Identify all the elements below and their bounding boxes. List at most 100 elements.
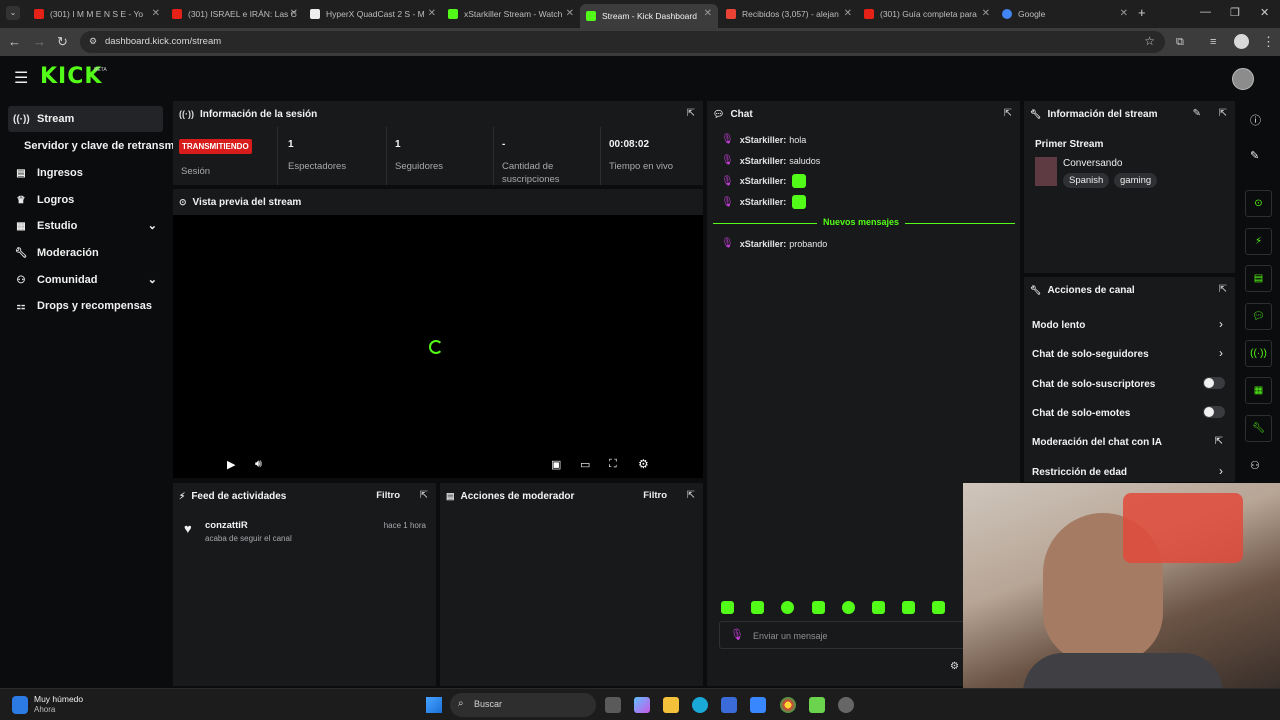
bookmark-star-icon[interactable]: ☆	[1144, 34, 1155, 48]
popout-icon[interactable]: ⇱	[687, 490, 695, 501]
browser-tab-active[interactable]: Stream - Kick Dashboard ✕	[580, 4, 718, 28]
edit-pencil-icon[interactable]: ✎	[1193, 108, 1201, 119]
chat-username[interactable]: xStarkiller:	[740, 197, 787, 207]
action-followers-only[interactable]: Chat de solo-seguidores	[1032, 349, 1149, 360]
emote-icon[interactable]	[872, 601, 885, 614]
browser-menu-icon[interactable]: ⋮	[1262, 34, 1275, 50]
tab-search-icon[interactable]: ⌄	[6, 6, 20, 20]
task-view-icon[interactable]	[605, 697, 621, 713]
chat-username[interactable]: xStarkiller:	[740, 156, 787, 166]
fullscreen-icon[interactable]: ⛶	[609, 458, 617, 471]
feed-filter-button[interactable]: Filtro	[376, 490, 400, 501]
taskbar-search[interactable]: ⌕ Buscar	[450, 693, 596, 717]
browser-tab[interactable]: xStarkiller Stream - Watch ✕	[442, 4, 580, 24]
tag-chip[interactable]: Spanish	[1063, 173, 1110, 188]
volume-icon[interactable]: 🔊︎	[255, 458, 262, 471]
action-slow-mode[interactable]: Modo lento	[1032, 320, 1085, 331]
chat-input[interactable]: 🎙︎ Enviar un mensaje	[719, 621, 969, 649]
sidebar-item-estudio[interactable]: ▦ Estudio ⌄	[8, 213, 163, 239]
minimize-icon[interactable]: —	[1200, 6, 1211, 18]
sidebar-item-drops[interactable]: ⚏ Drops y recompensas	[8, 293, 163, 319]
reload-icon[interactable]: ↻	[57, 34, 68, 50]
browser-tab[interactable]: (301) ISRAEL e IRÁN: Las C ✕	[166, 4, 304, 24]
media-icon[interactable]: ≡	[1210, 36, 1216, 48]
chevron-right-icon[interactable]: ›	[1219, 464, 1223, 478]
rail-broadcast-button[interactable]: ((·))	[1245, 340, 1272, 367]
theater-mode-icon[interactable]: ▭	[580, 458, 590, 471]
settings-gear-icon[interactable]: ⚙	[638, 457, 649, 471]
edge-icon[interactable]	[692, 697, 708, 713]
emote-icon[interactable]	[902, 601, 915, 614]
copilot-icon[interactable]	[634, 697, 650, 713]
restore-icon[interactable]: ❐	[1230, 6, 1240, 19]
user-avatar[interactable]	[1232, 68, 1254, 90]
sidebar-item-logros[interactable]: ♛ Logros	[8, 187, 163, 213]
weather-icon[interactable]	[12, 696, 28, 714]
extensions-icon[interactable]: ⧉	[1176, 36, 1184, 49]
hamburger-menu-icon[interactable]: ☰	[14, 68, 28, 88]
browser-tab[interactable]: (301) I M M E N S E - Yo ✕	[28, 4, 166, 24]
close-icon[interactable]: ✕	[152, 8, 160, 19]
action-ai-moderation[interactable]: Moderación del chat con IA	[1032, 437, 1162, 448]
app-icon[interactable]	[809, 697, 825, 713]
close-icon[interactable]: ✕	[566, 8, 574, 19]
close-icon[interactable]: ✕	[704, 8, 712, 19]
chat-username[interactable]: xStarkiller:	[740, 135, 787, 145]
window-close-icon[interactable]: ✕	[1260, 6, 1269, 19]
windows-start-icon[interactable]	[426, 697, 442, 713]
browser-tab[interactable]: Recibidos (3,057) - alejan ✕	[720, 4, 858, 24]
rail-chat-button[interactable]: 💬︎	[1245, 303, 1272, 330]
close-icon[interactable]: ✕	[982, 8, 990, 19]
obs-icon[interactable]	[838, 697, 854, 713]
store-icon[interactable]	[721, 697, 737, 713]
popout-icon[interactable]: ⇱	[1219, 284, 1227, 295]
subscribers-only-toggle[interactable]	[1203, 377, 1225, 389]
rail-layout-button[interactable]: ▦	[1245, 377, 1272, 404]
chat-username[interactable]: xStarkiller:	[740, 176, 787, 186]
close-icon[interactable]: ✕	[1120, 8, 1128, 19]
rail-preview-button[interactable]: ⊙	[1245, 190, 1272, 217]
chat-username[interactable]: xStarkiller:	[740, 239, 787, 249]
close-icon[interactable]: ✕	[428, 8, 436, 19]
play-icon[interactable]: ▶	[227, 458, 235, 471]
popout-icon[interactable]: ⇱	[1004, 108, 1012, 119]
popout-icon[interactable]: ⇱	[687, 108, 695, 119]
file-explorer-icon[interactable]	[663, 697, 679, 713]
info-icon[interactable]: ⓘ	[1250, 112, 1261, 128]
emote-icon[interactable]	[751, 601, 764, 614]
profile-avatar[interactable]	[1234, 34, 1249, 49]
stream-category[interactable]: Conversando	[1063, 158, 1122, 169]
sidebar-item-moderacion[interactable]: 🔧︎ Moderación	[8, 240, 163, 266]
action-age-restriction[interactable]: Restricción de edad	[1032, 467, 1127, 478]
emotes-only-toggle[interactable]	[1203, 406, 1225, 418]
feed-user[interactable]: conzattiR	[205, 520, 248, 531]
chrome-icon[interactable]	[780, 697, 796, 713]
popout-icon[interactable]: ⇱	[1219, 108, 1227, 119]
edit-pencil-icon[interactable]: ✎	[1250, 149, 1259, 162]
emote-icon[interactable]	[781, 601, 794, 614]
rail-tools-button[interactable]: 🔧︎	[1245, 415, 1272, 442]
rail-log-button[interactable]: ▤	[1245, 265, 1272, 292]
popout-icon[interactable]: ⇱	[420, 490, 428, 501]
browser-tab[interactable]: (301) Guía completa para ✕	[858, 4, 996, 24]
emote-icon[interactable]	[812, 601, 825, 614]
sidebar-item-ingresos[interactable]: ▤ Ingresos	[8, 160, 163, 186]
sidebar-item-server-key[interactable]: Servidor y clave de retransm	[8, 133, 178, 159]
emote-icon[interactable]	[932, 601, 945, 614]
community-icon[interactable]: ⚇	[1250, 459, 1260, 472]
chevron-right-icon[interactable]: ›	[1219, 346, 1223, 360]
sidebar-item-comunidad[interactable]: ⚇ Comunidad ⌄	[8, 267, 163, 293]
omnibox[interactable]: ⚙ dashboard.kick.com/stream ☆	[80, 31, 1165, 53]
browser-tab[interactable]: HyperX QuadCast 2 S - M ✕	[304, 4, 442, 24]
external-link-icon[interactable]: ⇱	[1215, 436, 1223, 447]
mod-filter-button[interactable]: Filtro	[643, 490, 667, 501]
close-icon[interactable]: ✕	[844, 8, 852, 19]
mini-player-icon[interactable]: ▣	[551, 458, 561, 471]
back-icon[interactable]: ←	[8, 34, 21, 49]
tag-chip[interactable]: gaming	[1114, 173, 1158, 188]
url-text[interactable]: dashboard.kick.com/stream	[105, 36, 221, 47]
site-info-icon[interactable]: ⚙	[89, 36, 97, 47]
emote-icon[interactable]	[721, 601, 734, 614]
forward-icon[interactable]: →	[33, 34, 46, 49]
rail-activity-button[interactable]: ⚡︎	[1245, 228, 1272, 255]
